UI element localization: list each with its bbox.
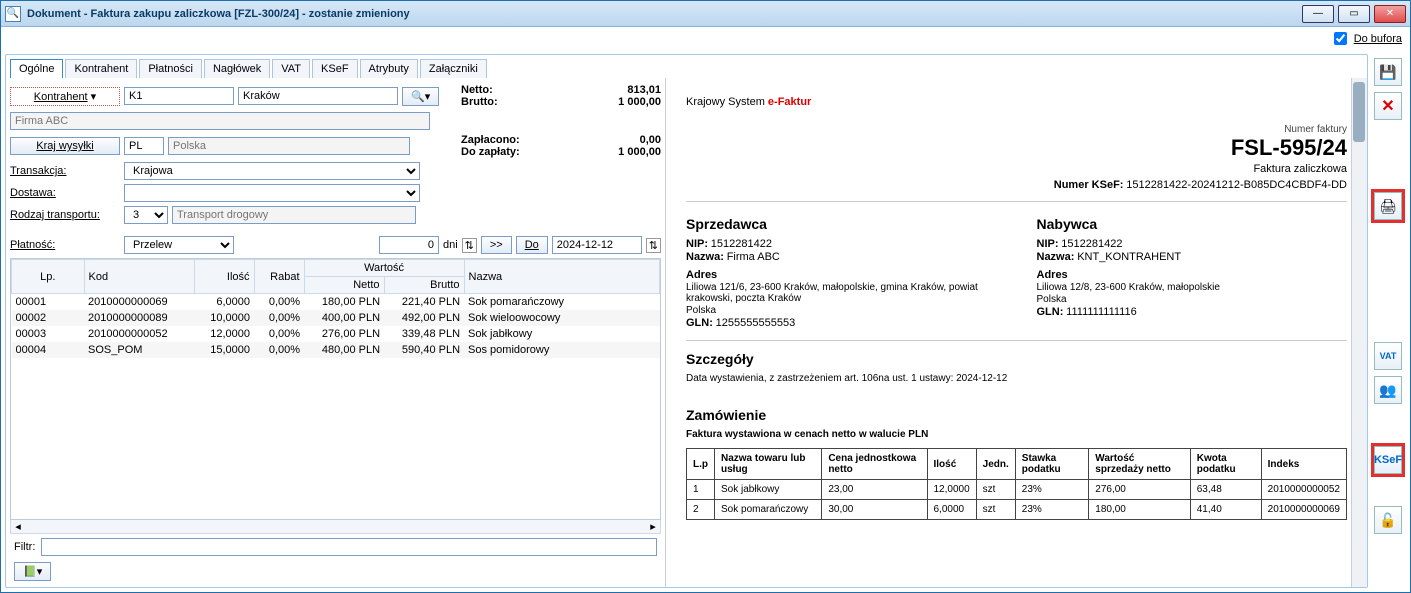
forward-button[interactable]: >>: [481, 236, 512, 254]
transakcja-label: Transakcja:: [10, 165, 120, 177]
numer-faktury-value: FSL-595/24: [686, 135, 1347, 161]
tab-ogolne[interactable]: Ogólne: [10, 59, 63, 78]
rodzaj-transportu-label: Rodzaj transportu:: [10, 209, 120, 221]
tab-ksef[interactable]: KSeF: [312, 59, 358, 78]
zaplacono-value: 0,00: [640, 134, 661, 146]
table-row[interactable]: 00003201000000005212,00000,00%276,00 PLN…: [12, 326, 660, 342]
do-bufora-label: Do bufora: [1354, 33, 1402, 45]
search-kontrahent-button[interactable]: 🔍▾: [402, 87, 439, 106]
dozaplaty-value: 1 000,00: [618, 146, 661, 158]
date-input[interactable]: [552, 236, 642, 254]
minimize-button[interactable]: —: [1302, 5, 1334, 23]
col-wartosc[interactable]: Wartość: [304, 260, 464, 277]
table-row: 2Sok pomarańczowy30,006,0000szt23%180,00…: [687, 500, 1347, 520]
col-kod[interactable]: Kod: [84, 260, 194, 294]
items-grid[interactable]: Lp. Kod Ilość Rabat Wartość Nazwa Netto: [10, 258, 661, 520]
kraj-wysylki-button[interactable]: Kraj wysyłki: [10, 137, 120, 155]
zamowienie-sub: Faktura wystawiona w cenach netto w walu…: [686, 429, 1347, 440]
szczegoly-line: Data wystawienia, z zastrzeżeniem art. 1…: [686, 373, 1347, 384]
col-lp[interactable]: Lp.: [12, 260, 85, 294]
rodzaj-trans-name: [172, 206, 416, 224]
print-button[interactable]: 🖨: [1374, 192, 1402, 220]
do-bufora-checkbox[interactable]: Do bufora: [1330, 29, 1402, 48]
date-spinner-icon[interactable]: ⇅: [646, 238, 661, 253]
preview-heading: Krajowy System e-Faktur: [686, 90, 1347, 110]
kontrahent-button[interactable]: Kontrahent ▾: [10, 87, 120, 106]
transakcja-select[interactable]: Krajowa: [124, 162, 420, 180]
tab-zalaczniki[interactable]: Załączniki: [420, 59, 487, 78]
close-window-button[interactable]: ✕: [1374, 5, 1406, 23]
filtr-input[interactable]: [41, 538, 657, 556]
ksef-preview-pane[interactable]: Krajowy System e-Faktur Numer faktury FS…: [666, 78, 1367, 587]
netto-label: Netto:: [461, 84, 493, 96]
sprzedawca-block: Sprzedawca NIP: 1512281422 Nazwa: Firma …: [686, 212, 997, 330]
scroll-thumb[interactable]: [1353, 82, 1365, 142]
titlebar: 🔍 Dokument - Faktura zakupu zaliczkowa […: [1, 1, 1410, 27]
dozaplaty-label: Do zapłaty:: [461, 146, 520, 158]
col-netto[interactable]: Netto: [304, 277, 384, 294]
kontrahent-name-input: [10, 112, 430, 130]
hscroll-left-icon[interactable]: ◂: [11, 520, 25, 533]
preview-scrollbar[interactable]: [1351, 78, 1367, 587]
left-pane: Kontrahent ▾ 🔍▾ Netto: 813,01 Brutto: 1 00…: [6, 78, 666, 587]
sidebar: 💾 ✕ 🖨 VAT 👥 KSeF 🔓: [1370, 54, 1406, 588]
platnosc-label: Płatność:: [10, 239, 120, 251]
do-button[interactable]: Do: [516, 236, 548, 254]
nabywca-block: Nabywca NIP: 1512281422 Nazwa: KNT_KONTR…: [1037, 212, 1348, 330]
kontrahent-city-input[interactable]: [238, 87, 398, 105]
tab-naglowek[interactable]: Nagłówek: [204, 59, 270, 78]
book-button[interactable]: 📗▾: [14, 562, 51, 581]
platnosc-select[interactable]: Przelew: [124, 236, 234, 254]
ksef-number: Numer KSeF: 1512281422-20241212-B085DC4C…: [686, 179, 1347, 191]
szczegoly-heading: Szczegóły: [686, 351, 1347, 367]
table-row: 1Sok jabłkowy23,0012,0000szt23%276,0063,…: [687, 480, 1347, 500]
app-window: 🔍 Dokument - Faktura zakupu zaliczkowa […: [0, 0, 1411, 593]
numer-faktury-label: Numer faktury: [686, 124, 1347, 135]
col-brutto[interactable]: Brutto: [384, 277, 464, 294]
people-button[interactable]: 👥: [1374, 376, 1402, 404]
tab-vat[interactable]: VAT: [272, 59, 310, 78]
dostawa-label: Dostawa:: [10, 187, 120, 199]
dni-spinner-icon[interactable]: ⇅: [462, 238, 477, 253]
filtr-label: Filtr:: [14, 541, 35, 553]
cancel-button[interactable]: ✕: [1374, 92, 1402, 120]
ksef-menu-button[interactable]: KSeF: [1374, 446, 1402, 474]
save-button[interactable]: 💾: [1374, 58, 1402, 86]
kraj-name-input: [168, 137, 410, 155]
table-row[interactable]: 0000120100000000696,00000,00%180,00 PLN2…: [12, 294, 660, 311]
window-title: Dokument - Faktura zakupu zaliczkowa [FZ…: [27, 8, 410, 20]
zamowienie-heading: Zamówienie: [686, 407, 1347, 423]
vat-button[interactable]: VAT: [1374, 342, 1402, 370]
dni-label: dni: [443, 239, 458, 251]
top-options: Do bufora: [1, 27, 1410, 50]
lock-button[interactable]: 🔓: [1374, 506, 1402, 534]
rodzaj-trans-code[interactable]: 3: [124, 206, 168, 224]
kraj-code-input[interactable]: [124, 137, 164, 155]
zamowienie-table: L.p Nazwa towaru lub usług Cena jednostk…: [686, 448, 1347, 520]
table-row[interactable]: 00004SOS_POM15,00000,00%480,00 PLN590,40…: [12, 342, 660, 358]
hscroll-right-icon[interactable]: ▸: [646, 520, 660, 533]
dni-input[interactable]: [379, 236, 439, 254]
faktura-sub: Faktura zaliczkowa: [686, 163, 1347, 175]
tab-platnosci[interactable]: Płatności: [139, 59, 202, 78]
table-row[interactable]: 00002201000000008910,00000,00%400,00 PLN…: [12, 310, 660, 326]
maximize-button[interactable]: ▭: [1338, 5, 1370, 23]
document-icon: 🔍: [5, 6, 21, 22]
netto-value: 813,01: [627, 84, 661, 96]
col-ilosc[interactable]: Ilość: [194, 260, 254, 294]
col-nazwa[interactable]: Nazwa: [464, 260, 659, 294]
brutto-value: 1 000,00: [618, 96, 661, 108]
tab-atrybuty[interactable]: Atrybuty: [360, 59, 418, 78]
tabs: Ogólne Kontrahent Płatności Nagłówek VAT…: [6, 55, 1367, 78]
col-rabat[interactable]: Rabat: [254, 260, 304, 294]
tab-kontrahent[interactable]: Kontrahent: [65, 59, 137, 78]
brutto-label: Brutto:: [461, 96, 498, 108]
kontrahent-code-input[interactable]: [124, 87, 234, 105]
do-bufora-input[interactable]: [1334, 32, 1347, 45]
dostawa-select[interactable]: [124, 184, 420, 202]
zaplacono-label: Zapłacono:: [461, 134, 520, 146]
